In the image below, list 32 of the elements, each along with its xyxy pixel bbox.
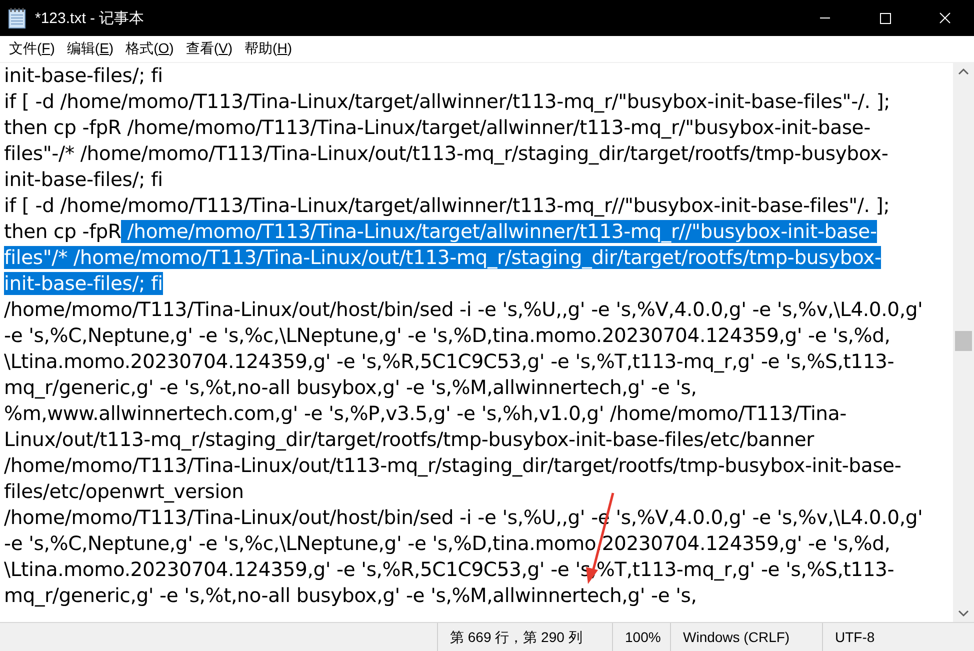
- menu-item[interactable]: 格式(O): [120, 40, 179, 58]
- text-line: then cp -fpR /home/momo/T113/Tina-Linux/target/allwinner/t113-mq_r/"busybox-init-base-: [4, 116, 870, 139]
- text-line: /home/momo/T113/Tina-Linux/out/t113-mq_r/staging_dir/target/rootfs/tmp-busybox-init-base-: [4, 454, 902, 477]
- window-title: *123.txt - 记事本: [35, 8, 144, 28]
- line-ending: Windows (CRLF): [670, 623, 822, 651]
- text-line: /home/momo/T113/Tina-Linux/out/host/bin/sed -i -e 's,%U,,g' -e 's,%V,4.0.0,g' -e 's,%v,\L4.0.0,g': [4, 298, 923, 321]
- vertical-scrollbar[interactable]: [953, 63, 974, 622]
- text-line: %m,www.allwinnertech.com,g' -e 's,%P,v3.5,g' -e 's,%h,v1.0,g' /home/momo/T113/Tina-: [4, 402, 846, 425]
- text-line: files"-/* /home/momo/T113/Tina-Linux/out/t113-mq_r/staging_dir/target/rootfs/tmp-busybox-: [4, 142, 888, 165]
- text-line: init-base-files/; fi: [4, 64, 163, 87]
- selected-text: files"/* /home/momo/T113/Tina-Linux/out/t113-mq_r/staging_dir/target/rootfs/tmp-busybox-: [4, 246, 882, 269]
- text-line: init-base-files/; fi: [4, 168, 163, 191]
- menu-item[interactable]: 查看(V): [180, 40, 238, 58]
- menu-item[interactable]: 文件(F): [4, 40, 60, 58]
- text-line: files/etc/openwrt_version: [4, 480, 244, 503]
- zoom-level: 100%: [612, 623, 670, 651]
- cursor-position: 第 669 行，第 290 列: [437, 623, 612, 651]
- text-line: if [ -d /home/momo/T113/Tina-Linux/target/allwinner/t113-mq_r/"busybox-init-base-files"-/. ];: [4, 90, 890, 113]
- text-line: mq_r/generic,g' -e 's,%t,no-all busybox,g' -e 's,%M,allwinnertech,g' -e 's,: [4, 376, 697, 399]
- selected-text: /home/momo/T113/Tina-Linux/target/allwinner/t113-mq_r//"busybox-init-base-: [121, 220, 877, 243]
- encoding: UTF-8: [822, 623, 974, 651]
- text-line: Linux/out/t113-mq_r/staging_dir/target/rootfs/tmp-busybox-init-base-files/etc/banner: [4, 428, 814, 451]
- scrollbar-thumb[interactable]: [955, 331, 972, 351]
- text-line: mq_r/generic,g' -e 's,%t,no-all busybox,g' -e 's,%M,allwinnertech,g' -e 's,: [4, 584, 697, 607]
- text-line: if [ -d /home/momo/T113/Tina-Linux/target/allwinner/t113-mq_r//"busybox-init-base-files"/. ];: [4, 194, 890, 217]
- selected-text: init-base-files/; fi: [4, 272, 163, 295]
- text-line: -e 's,%C,Neptune,g' -e 's,%c,\LNeptune,g' -e 's,%D,tina.momo.20230704.124359,g' -e 's,%d,: [4, 324, 890, 347]
- menu-item[interactable]: 编辑(E): [62, 40, 119, 58]
- menu-item[interactable]: 帮助(H): [240, 40, 297, 58]
- text-line: then cp -fpR: [4, 220, 122, 243]
- notepad-icon: [8, 7, 26, 29]
- text-line: \Ltina.momo.20230704.124359,g' -e 's,%R,5C1C9C53,g' -e 's,%T,t113-mq_r,g' -e 's,%S,t113-: [4, 350, 894, 373]
